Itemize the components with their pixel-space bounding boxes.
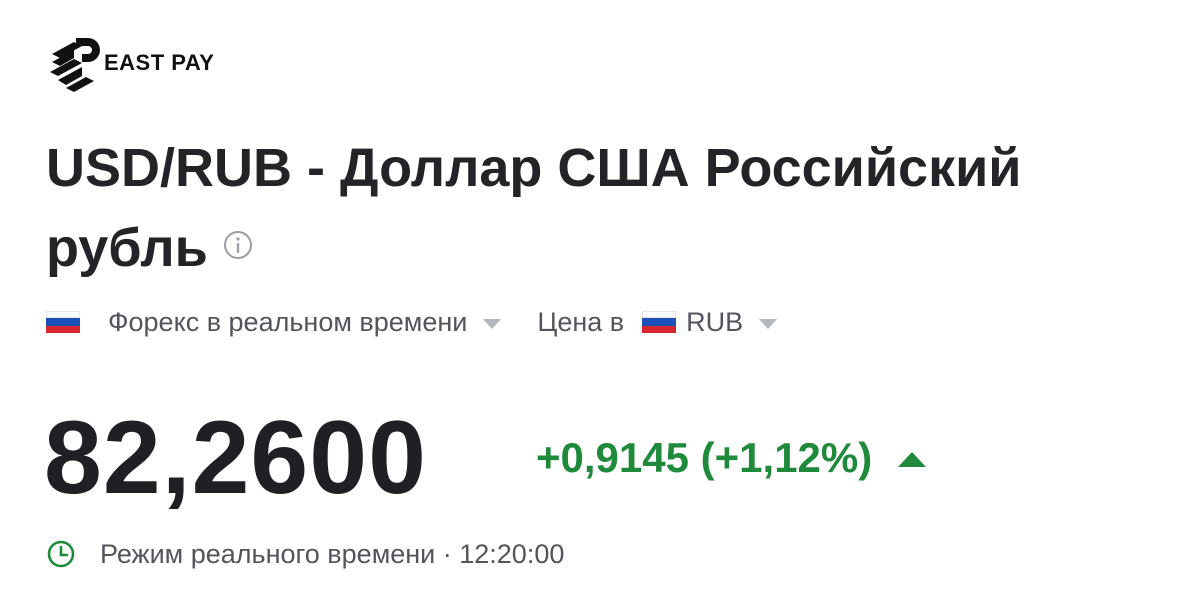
current-price: 82,2600 xyxy=(44,400,427,516)
market-label: Форекс в реальном времени xyxy=(108,306,468,337)
price-change: +0,9145 (+1,12%) xyxy=(536,428,927,488)
triangle-up-icon xyxy=(898,451,927,467)
clock-icon xyxy=(47,540,75,568)
market-info-row: Форекс в реальном времени Цена в RUB xyxy=(46,302,778,342)
russia-flag-icon xyxy=(642,311,677,333)
price-in-label: Цена в xyxy=(537,306,625,337)
info-icon[interactable] xyxy=(222,229,254,261)
price-change-value: +0,9145 (+1,12%) xyxy=(536,434,873,481)
east-pay-logo-icon xyxy=(50,38,100,92)
brand-name: EAST PAY xyxy=(104,50,215,75)
market-selector[interactable]: Форекс в реальном времени xyxy=(108,306,502,338)
page-title: USD/RUB - Доллар США Российский рубль xyxy=(46,128,1166,288)
currency-code: RUB xyxy=(686,306,744,337)
chevron-down-icon xyxy=(483,318,502,329)
currency-selector[interactable]: RUB xyxy=(642,306,778,338)
status-text: Режим реального времени · 12:20:00 xyxy=(100,538,565,569)
brand-logo[interactable]: EAST PAY xyxy=(46,32,214,96)
chevron-down-icon xyxy=(759,318,778,329)
instrument-title: USD/RUB - Доллар США Российский рубль xyxy=(46,138,1022,278)
realtime-status: Режим реального времени · 12:20:00 xyxy=(46,534,564,574)
russia-flag-icon xyxy=(46,311,80,333)
